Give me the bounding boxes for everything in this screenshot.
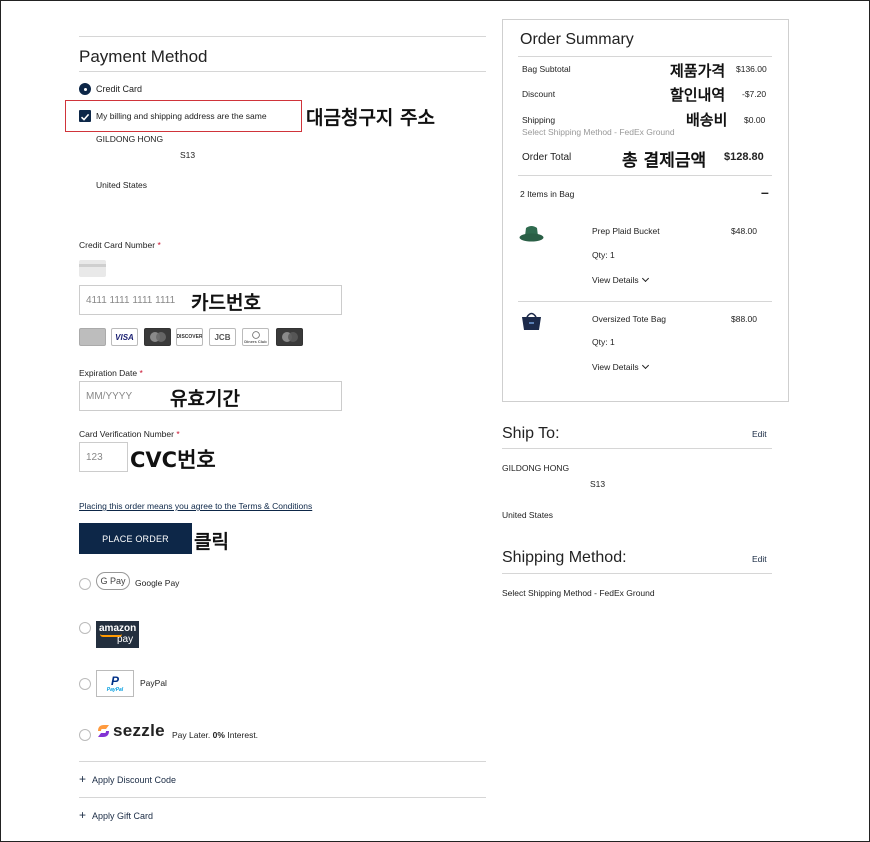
apply-discount-link[interactable]: + Apply Discount Code [79,772,176,786]
cvc-label: Card Verification Number * [79,429,180,439]
discount-value: -$7.20 [742,89,767,99]
payment-method-title: Payment Method [79,47,208,66]
jcb-icon: JCB [209,328,236,346]
annotation-click: 클릭 [194,531,229,553]
shipping-method-note: Select Shipping Method - FedEx Ground [522,127,675,137]
view-details-link[interactable]: View Details [592,361,649,372]
billing-country: United States [96,180,148,190]
bucket-hat-thumbnail [519,224,544,244]
shipping-method-title: Shipping Method: [502,549,627,566]
mastercard-icon [144,328,171,346]
item-qty: Qty: 1 [592,250,615,260]
annotation-billing-address: 대금청구지 주소 [306,107,435,129]
amazon-pay-radio[interactable] [79,622,91,634]
apply-gift-card-link[interactable]: + Apply Gift Card [79,808,153,822]
card-number-label: Credit Card Number * [79,240,161,250]
item-qty: Qty: 1 [592,337,615,347]
paypal-radio[interactable] [79,678,91,690]
item-price: $88.00 [731,314,757,324]
sezzle-tagline: Pay Later. 0% Interest. [172,730,259,740]
paypal-p-icon: P [110,673,119,688]
terms-link[interactable]: Placing this order means you agree to th… [79,501,312,511]
billing-name: GILDONG HONG [96,134,164,144]
divider [518,175,772,176]
paypal-logo: P PayPal [96,670,134,697]
paypal-label: PayPal [140,678,167,688]
same-address-label: My billing and shipping address are the … [96,111,267,121]
discover-icon: DISCOVER [176,328,203,346]
chevron-down-icon [641,361,649,370]
ship-to-name: GILDONG HONG [502,463,570,473]
divider [518,56,772,57]
google-pay-label: Google Pay [135,578,180,588]
sezzle-logo: sezzle [113,721,165,740]
annotation-cvc: CVC번호 [130,448,216,472]
maestro-icon [276,328,303,346]
google-pay-logo: G Pay [96,572,130,590]
chevron-down-icon [641,274,649,283]
order-total-label: Order Total [522,152,572,163]
billing-address-line: S13 [180,150,196,160]
annotation-discount: 할인내역 [670,86,726,104]
same-address-checkbox[interactable] [79,110,91,122]
divider [79,36,486,37]
divider [79,71,486,72]
ship-to-address-line: S13 [590,479,606,489]
checkmark-icon [80,113,90,121]
subtotal-value: $136.00 [736,64,767,74]
sezzle-icon [96,723,111,739]
item-price: $48.00 [731,226,757,236]
annotation-subtotal: 제품가격 [670,62,726,80]
ship-to-title: Ship To: [502,425,560,442]
annotation-shipping: 배송비 [686,111,728,129]
sezzle-radio[interactable] [79,729,91,741]
plus-icon: + [79,772,87,786]
annotation-total: 총 결제금액 [622,151,707,171]
generic-card-icon [79,260,106,277]
credit-card-radio[interactable] [79,83,91,95]
amazon-pay-logo: amazon pay [96,621,139,648]
expiration-label: Expiration Date * [79,368,143,378]
divider [502,573,772,574]
collapse-items-button[interactable]: – [761,184,769,200]
tote-bag-thumbnail [519,310,544,332]
shipping-value: $0.00 [744,115,766,125]
shipping-label: Shipping [522,115,556,125]
view-details-link[interactable]: View Details [592,274,649,285]
generic-card-brand-icon [79,328,106,346]
divider [79,797,486,798]
divider [79,761,486,762]
shipping-method-edit-link[interactable]: Edit [752,554,767,564]
google-pay-radio[interactable] [79,578,91,590]
divider [502,448,772,449]
credit-card-label: Credit Card [96,84,143,94]
subtotal-label: Bag Subtotal [522,64,571,74]
annotation-card-number: 카드번호 [191,292,261,314]
ship-to-country: United States [502,510,554,520]
annotation-expiration: 유효기간 [170,388,240,410]
plus-icon: + [79,808,87,822]
divider [518,301,772,302]
ship-to-edit-link[interactable]: Edit [752,429,767,439]
place-order-button[interactable]: PLACE ORDER [79,523,192,554]
order-summary-panel [502,19,789,402]
order-summary-title: Order Summary [520,31,634,48]
cvc-input[interactable]: 123 [79,442,128,472]
order-total-value: $128.80 [724,151,764,163]
item-name: Oversized Tote Bag [592,314,667,324]
diners-club-icon: Diners Club [242,328,269,346]
visa-icon: VISA [111,328,138,346]
items-in-bag-label: 2 Items in Bag [520,189,575,199]
item-name: Prep Plaid Bucket [592,226,660,236]
shipping-method-value: Select Shipping Method - FedEx Ground [502,588,655,598]
discount-label: Discount [522,89,556,99]
